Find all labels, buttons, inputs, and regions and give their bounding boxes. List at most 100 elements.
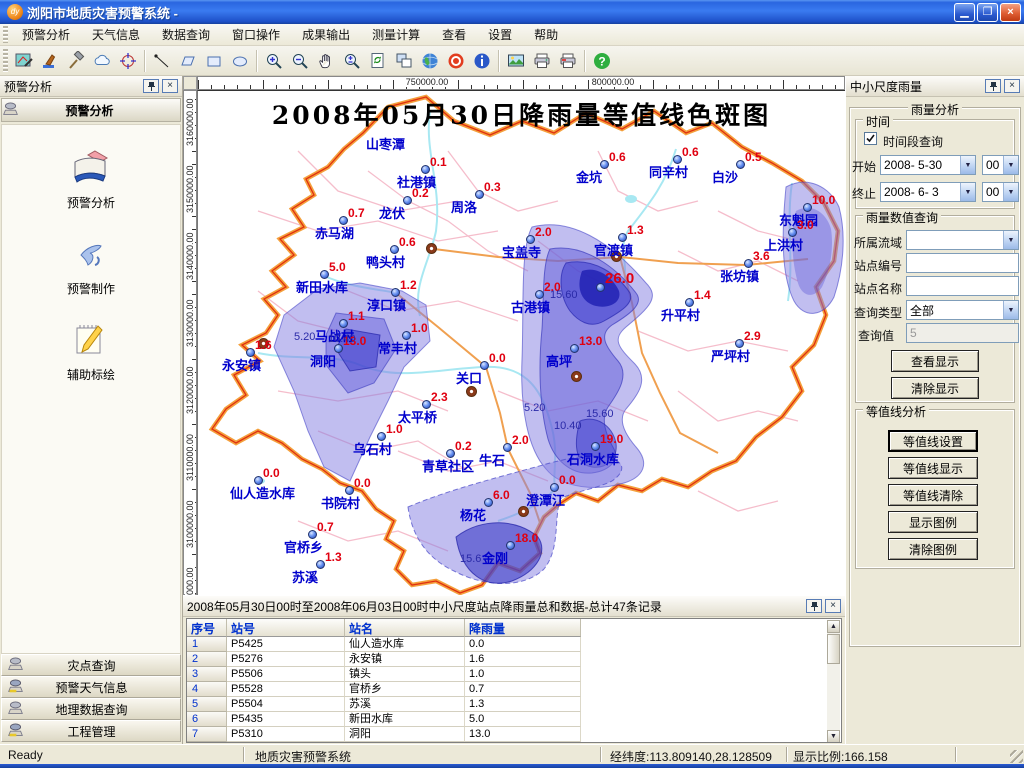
menu-item-6[interactable]: 查看 bbox=[431, 23, 477, 46]
table-header-2[interactable]: 站名 bbox=[345, 619, 465, 637]
pin-icon[interactable] bbox=[143, 79, 159, 93]
table-row[interactable]: 3P5506镇头1.0 bbox=[187, 667, 581, 682]
station-rainfall-value: 1.3 bbox=[627, 223, 644, 237]
contour-button-1[interactable]: 等值线显示 bbox=[888, 457, 978, 479]
contour-button-0[interactable]: 等值线设置 bbox=[888, 430, 978, 452]
menu-item-5[interactable]: 测量计算 bbox=[361, 23, 431, 46]
chevron-down-icon[interactable]: ▼ bbox=[1003, 183, 1018, 201]
station-rainfall-value: 0.7 bbox=[317, 520, 334, 534]
chevron-down-icon[interactable]: ▼ bbox=[960, 183, 975, 201]
globe-icon[interactable] bbox=[418, 49, 442, 73]
contour-button-3[interactable]: 显示图例 bbox=[888, 511, 978, 533]
table-row[interactable]: 6P5435新田水库5.0 bbox=[187, 712, 581, 727]
pin-icon[interactable] bbox=[806, 599, 822, 613]
station-name-label: 太平桥 bbox=[398, 407, 437, 426]
hammer-icon[interactable] bbox=[64, 49, 88, 73]
minimize-button[interactable]: ▁ bbox=[954, 3, 975, 22]
close-icon[interactable]: × bbox=[162, 79, 178, 93]
info-icon[interactable] bbox=[470, 49, 494, 73]
basin-select[interactable]: ▼ bbox=[906, 230, 1019, 250]
table-scrollbar[interactable]: ▲ ▼ bbox=[827, 620, 840, 743]
chevron-down-icon[interactable]: ▼ bbox=[1003, 231, 1018, 249]
sidebar-bar-2[interactable]: 地理数据查询 bbox=[1, 698, 181, 720]
time-range-checkbox[interactable] bbox=[864, 132, 877, 145]
line-tool-icon[interactable] bbox=[150, 49, 174, 73]
contour-button-4[interactable]: 清除图例 bbox=[888, 538, 978, 560]
center-target-icon[interactable] bbox=[116, 49, 140, 73]
close-icon[interactable]: × bbox=[825, 599, 841, 613]
rainfall-table[interactable]: 序号站号站名降雨量1P5425仙人造水库0.02P5276永安镇1.63P550… bbox=[186, 618, 842, 743]
table-header-1[interactable]: 站号 bbox=[227, 619, 345, 637]
sidebar-tool-0[interactable]: 预警分析 bbox=[2, 147, 180, 211]
menubar-grip[interactable] bbox=[3, 26, 8, 43]
chevron-down-icon[interactable]: ▼ bbox=[1003, 156, 1018, 174]
table-row[interactable]: 7P5310洞阳13.0 bbox=[187, 727, 581, 742]
chevron-down-icon[interactable]: ▼ bbox=[960, 156, 975, 174]
sidebar-bar-1[interactable]: 预警天气信息 bbox=[1, 676, 181, 698]
copy-map-icon[interactable] bbox=[392, 49, 416, 73]
menu-item-0[interactable]: 预警分析 bbox=[11, 23, 81, 46]
table-row[interactable]: 2P5276永安镇1.6 bbox=[187, 652, 581, 667]
left-group-bar[interactable]: 预警分析 bbox=[1, 98, 181, 122]
start-hour-select[interactable]: 00 ▼ bbox=[982, 155, 1019, 175]
station-point-icon[interactable] bbox=[596, 283, 605, 292]
contour-button-2[interactable]: 等值线清除 bbox=[888, 484, 978, 506]
scroll-up-icon[interactable]: ▲ bbox=[827, 620, 840, 633]
print-setup-icon[interactable] bbox=[556, 49, 580, 73]
resize-grip[interactable] bbox=[1010, 750, 1023, 763]
time-range-label: 时间段查询 bbox=[883, 133, 943, 150]
table-row[interactable]: 4P5528官桥乡0.7 bbox=[187, 682, 581, 697]
menu-item-3[interactable]: 窗口操作 bbox=[221, 23, 291, 46]
polygon-tool-icon[interactable] bbox=[176, 49, 200, 73]
chevron-down-icon[interactable]: ▼ bbox=[1003, 301, 1018, 319]
restore-button[interactable]: ❐ bbox=[977, 3, 998, 22]
end-date-select[interactable]: 2008- 6- 3 ▼ bbox=[880, 182, 976, 202]
close-button[interactable]: × bbox=[1000, 3, 1021, 22]
table-header-3[interactable]: 降雨量 bbox=[465, 619, 581, 637]
cloud-icon[interactable] bbox=[90, 49, 114, 73]
table-header-0[interactable]: 序号 bbox=[187, 619, 227, 637]
end-hour-select[interactable]: 00 ▼ bbox=[982, 182, 1019, 202]
toolbar-separator bbox=[144, 50, 146, 72]
query-button-0[interactable]: 查看显示 bbox=[891, 350, 979, 372]
zoom-full-icon[interactable] bbox=[340, 49, 364, 73]
help-icon[interactable]: ? bbox=[590, 49, 614, 73]
toolbar-grip[interactable] bbox=[3, 49, 8, 72]
close-icon[interactable]: × bbox=[1004, 79, 1020, 93]
table-row[interactable]: 5P5504苏溪1.3 bbox=[187, 697, 581, 712]
ellipse-tool-icon[interactable] bbox=[228, 49, 252, 73]
sidebar-bar-3[interactable]: 工程管理 bbox=[1, 720, 181, 742]
query-button-1[interactable]: 清除显示 bbox=[891, 377, 979, 399]
zoom-in-icon[interactable] bbox=[262, 49, 286, 73]
map-canvas[interactable]: 2008年05月30日降雨量等值线色斑图 山枣潭0.1社港镇0.3周洛0.2龙伏… bbox=[197, 90, 845, 595]
station-name-input[interactable] bbox=[906, 276, 1019, 296]
table-row[interactable]: 1P5425仙人造水库0.0 bbox=[187, 637, 581, 652]
paint-station-icon[interactable] bbox=[38, 49, 62, 73]
ruler-top: 750000.00800000.00 bbox=[197, 76, 845, 90]
scrollbar-thumb[interactable] bbox=[827, 634, 840, 664]
menu-item-2[interactable]: 数据查询 bbox=[151, 23, 221, 46]
export-image-icon[interactable] bbox=[504, 49, 528, 73]
menu-item-1[interactable]: 天气信息 bbox=[81, 23, 151, 46]
station-id-input[interactable] bbox=[906, 253, 1019, 273]
query-type-select[interactable]: 全部 ▼ bbox=[906, 300, 1019, 320]
zoom-out-icon[interactable] bbox=[288, 49, 312, 73]
stop-icon[interactable] bbox=[444, 49, 468, 73]
sidebar-tool-label: 辅助标绘 bbox=[2, 366, 180, 383]
table-row[interactable]: 8 bbox=[187, 742, 581, 743]
menu-item-8[interactable]: 帮助 bbox=[523, 23, 569, 46]
start-date-select[interactable]: 2008- 5-30 ▼ bbox=[880, 155, 976, 175]
print-icon[interactable] bbox=[530, 49, 554, 73]
pin-icon[interactable] bbox=[985, 79, 1001, 93]
sidebar-tool-1[interactable]: 预警制作 bbox=[2, 233, 180, 297]
refresh-view-icon[interactable] bbox=[366, 49, 390, 73]
rectangle-tool-icon[interactable] bbox=[202, 49, 226, 73]
scroll-down-icon[interactable]: ▼ bbox=[827, 730, 840, 743]
menu-item-4[interactable]: 成果输出 bbox=[291, 23, 361, 46]
sidebar-tool-2[interactable]: 辅助标绘 bbox=[2, 319, 180, 383]
sidebar-bar-0[interactable]: 灾点查询 bbox=[1, 654, 181, 676]
menu-item-7[interactable]: 设置 bbox=[477, 23, 523, 46]
pan-icon[interactable] bbox=[314, 49, 338, 73]
warning-map-icon[interactable] bbox=[12, 49, 36, 73]
station-rainfall-value: 1.3 bbox=[325, 550, 342, 564]
